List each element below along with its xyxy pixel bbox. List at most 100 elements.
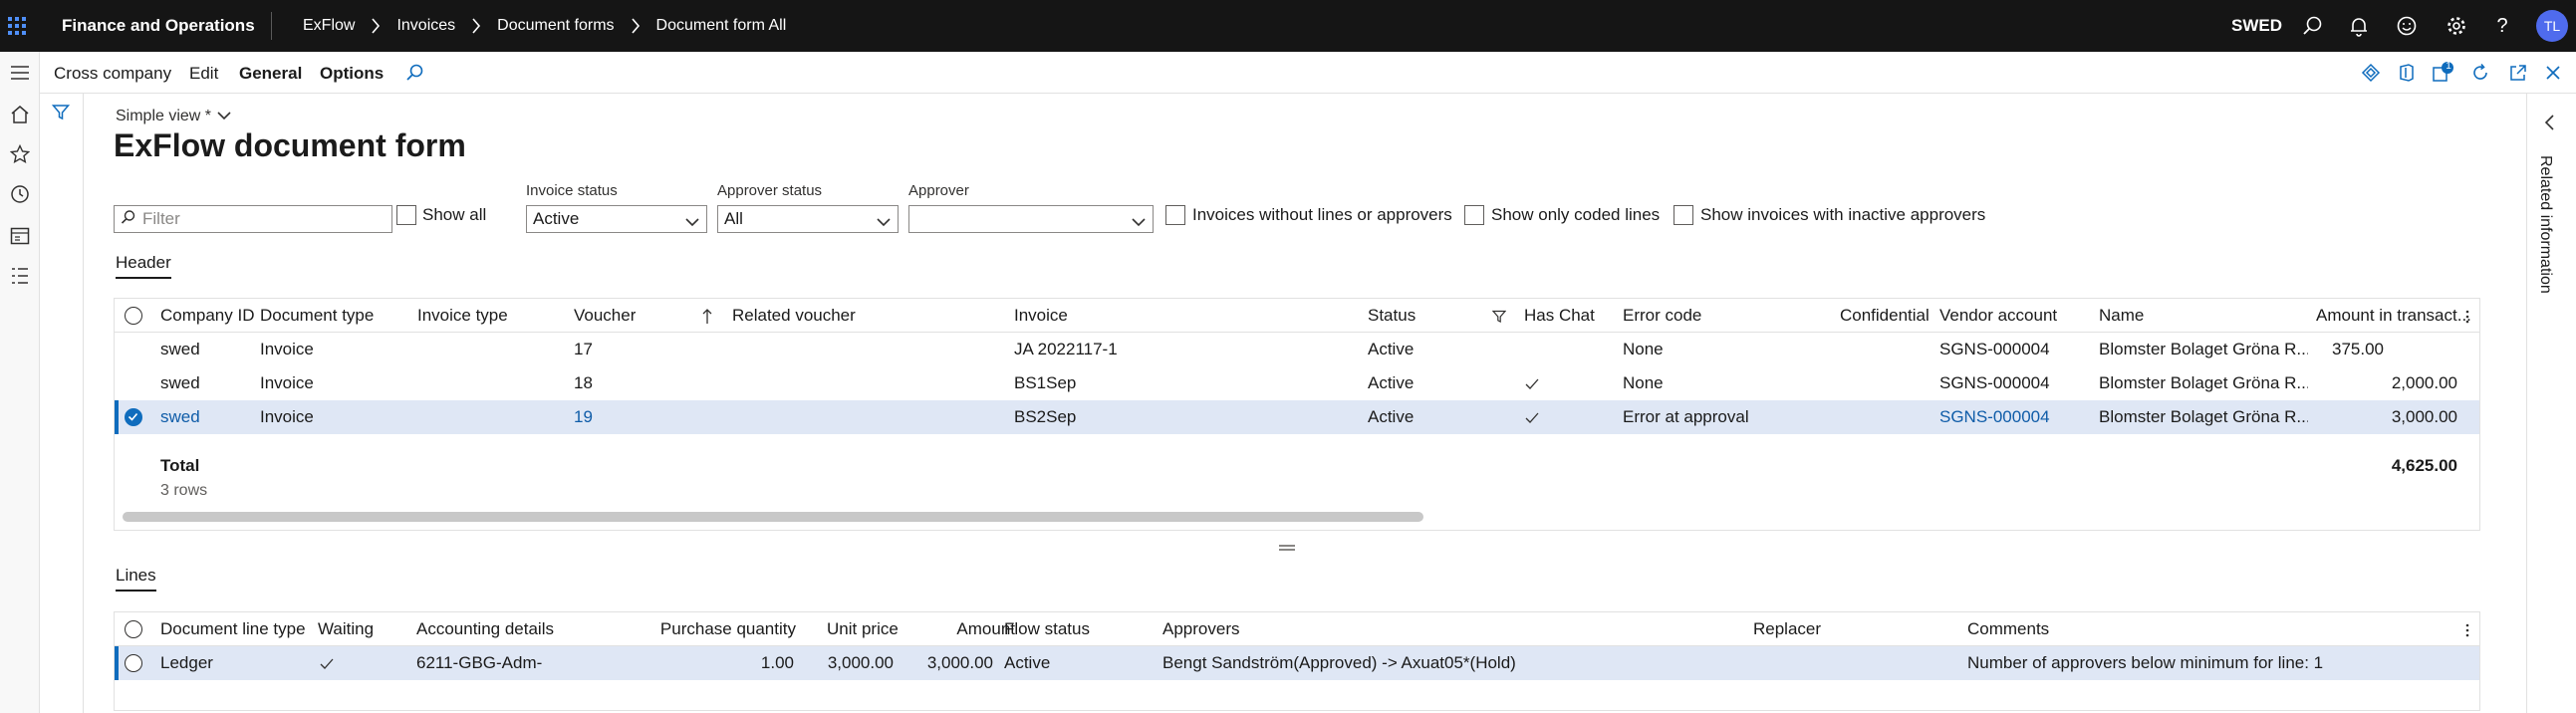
column-comments[interactable]: Comments (1967, 612, 2049, 646)
column-amount[interactable]: Amount in transact... (2316, 299, 2471, 333)
column-accounting-details[interactable]: Accounting details (416, 612, 554, 646)
column-status[interactable]: Status (1368, 299, 1416, 333)
more-options-icon[interactable] (2465, 299, 2469, 333)
sort-ascending-icon[interactable] (702, 299, 712, 333)
filter-pane-strip (40, 94, 84, 713)
hamburger-icon[interactable] (7, 60, 33, 86)
more-options-icon[interactable] (2465, 612, 2469, 646)
bell-icon[interactable] (2347, 14, 2371, 38)
breadcrumb-document-form-all[interactable]: Document form All (656, 17, 787, 35)
voucher-cell: 17 (574, 340, 593, 358)
approver-select[interactable] (908, 205, 1154, 233)
column-related-voucher[interactable]: Related voucher (732, 299, 856, 333)
refresh-icon[interactable] (2467, 60, 2493, 86)
table-row-selected[interactable]: Ledger 6211-GBG-Adm- 1.00 3,000.00 3,000… (115, 646, 2479, 680)
close-icon[interactable] (2540, 60, 2566, 86)
show-all-label: Show all (422, 205, 487, 224)
search-icon[interactable] (2301, 14, 2325, 38)
company-id-cell[interactable]: swed (160, 400, 200, 434)
avatar[interactable]: TL (2536, 10, 2568, 42)
open-new-window-icon[interactable] (2505, 60, 2531, 86)
breadcrumb: ExFlow Invoices Document forms Document … (303, 0, 786, 52)
column-has-chat[interactable]: Has Chat (1524, 299, 1595, 333)
office-icon[interactable] (2394, 60, 2420, 86)
table-row[interactable]: swed Invoice 17 JA 2022117-1 Active None… (115, 333, 2479, 366)
table-row-selected[interactable]: swed Invoice 19 BS2Sep Active Error at a… (115, 400, 2479, 434)
vendor-account-cell: SGNS-000004 (1939, 340, 2050, 358)
search-icon[interactable] (402, 60, 428, 86)
edit-tab[interactable]: Edit (189, 52, 218, 94)
filter-input[interactable] (142, 209, 382, 229)
breadcrumb-document-forms[interactable]: Document forms (497, 17, 614, 35)
column-name[interactable]: Name (2099, 299, 2144, 333)
breadcrumb-invoices[interactable]: Invoices (396, 17, 455, 35)
column-unit-price[interactable]: Unit price (827, 612, 899, 646)
company-selector[interactable]: SWED (2231, 0, 2282, 52)
total-rows-count: 3 rows (160, 482, 208, 499)
column-company-id[interactable]: Company ID (160, 299, 254, 333)
column-purchase-quantity[interactable]: Purchase quantity (643, 612, 796, 646)
selection-indicator (115, 400, 119, 434)
tab-lines[interactable]: Lines (116, 566, 156, 592)
home-icon[interactable] (7, 102, 33, 127)
vendor-account-link[interactable]: SGNS-000004 (1939, 400, 2050, 434)
column-replacer[interactable]: Replacer (1753, 612, 1821, 646)
modules-list-icon[interactable] (7, 263, 33, 289)
amount-cell: 2,000.00 (2391, 373, 2457, 392)
column-voucher[interactable]: Voucher (574, 299, 636, 333)
grid-header-row: Document line type Waiting Accounting de… (115, 612, 2479, 646)
checkmark-icon (320, 646, 334, 680)
breadcrumb-exflow[interactable]: ExFlow (303, 17, 355, 35)
column-approvers[interactable]: Approvers (1162, 612, 1239, 646)
select-all-radio[interactable] (125, 620, 142, 638)
diamond-icon[interactable] (2358, 60, 2384, 86)
inactive-approvers-checkbox[interactable] (1674, 205, 1693, 225)
invoices-without-lines-checkbox[interactable] (1165, 205, 1185, 225)
row-select-radio[interactable] (125, 654, 142, 672)
chevron-left-icon[interactable] (2543, 114, 2555, 136)
amount-cell: 3,000.00 (2391, 407, 2457, 426)
messages-icon[interactable]: 1 (2430, 60, 2455, 86)
splitter-handle-icon[interactable] (1278, 539, 1296, 551)
star-icon[interactable] (7, 141, 33, 167)
approver-label: Approver (908, 182, 969, 199)
table-row[interactable]: swed Invoice 18 BS1Sep Active None SGNS-… (115, 366, 2479, 400)
filter-icon[interactable] (51, 104, 71, 126)
filter-icon[interactable] (1492, 299, 1506, 333)
general-tab[interactable]: General (239, 52, 302, 94)
view-selector[interactable]: Simple view * (116, 108, 231, 125)
approver-status-select[interactable]: All (717, 205, 899, 233)
gear-icon[interactable] (2445, 14, 2468, 38)
app-launcher-icon[interactable] (0, 0, 34, 52)
tab-header[interactable]: Header (116, 253, 171, 279)
column-confidential[interactable]: Confidential (1840, 299, 1930, 333)
invoice-status-select[interactable]: Active (526, 205, 707, 233)
status-cell: Active (1368, 407, 1415, 426)
smiley-icon[interactable] (2395, 14, 2419, 38)
filter-field[interactable] (114, 205, 392, 233)
horizontal-scrollbar[interactable] (123, 512, 1423, 522)
options-tab[interactable]: Options (320, 52, 384, 94)
voucher-link[interactable]: 19 (574, 400, 593, 434)
invoice-cell: JA 2022117-1 (1014, 340, 1118, 358)
show-all-checkbox[interactable] (396, 205, 416, 225)
column-invoice[interactable]: Invoice (1014, 299, 1068, 333)
column-waiting[interactable]: Waiting (318, 612, 374, 646)
row-selected-checkmark-icon[interactable] (125, 408, 142, 426)
column-document-type[interactable]: Document type (260, 299, 374, 333)
related-information-label[interactable]: Related information (2536, 155, 2554, 294)
column-amount[interactable]: Amount (931, 612, 1015, 646)
column-vendor-account[interactable]: Vendor account (1939, 299, 2057, 333)
column-document-line-type[interactable]: Document line type (160, 612, 306, 646)
line-type-cell: Ledger (160, 653, 213, 672)
app-title[interactable]: Finance and Operations (62, 0, 255, 52)
column-flow-status[interactable]: Flow status (1004, 612, 1090, 646)
cross-company-button[interactable]: Cross company (54, 52, 171, 94)
column-invoice-type[interactable]: Invoice type (417, 299, 508, 333)
workspaces-icon[interactable] (7, 223, 33, 249)
help-icon[interactable]: ? (2490, 14, 2514, 38)
clock-icon[interactable] (7, 181, 33, 207)
show-only-coded-lines-checkbox[interactable] (1464, 205, 1484, 225)
select-all-radio[interactable] (125, 307, 142, 325)
column-error-code[interactable]: Error code (1623, 299, 1701, 333)
